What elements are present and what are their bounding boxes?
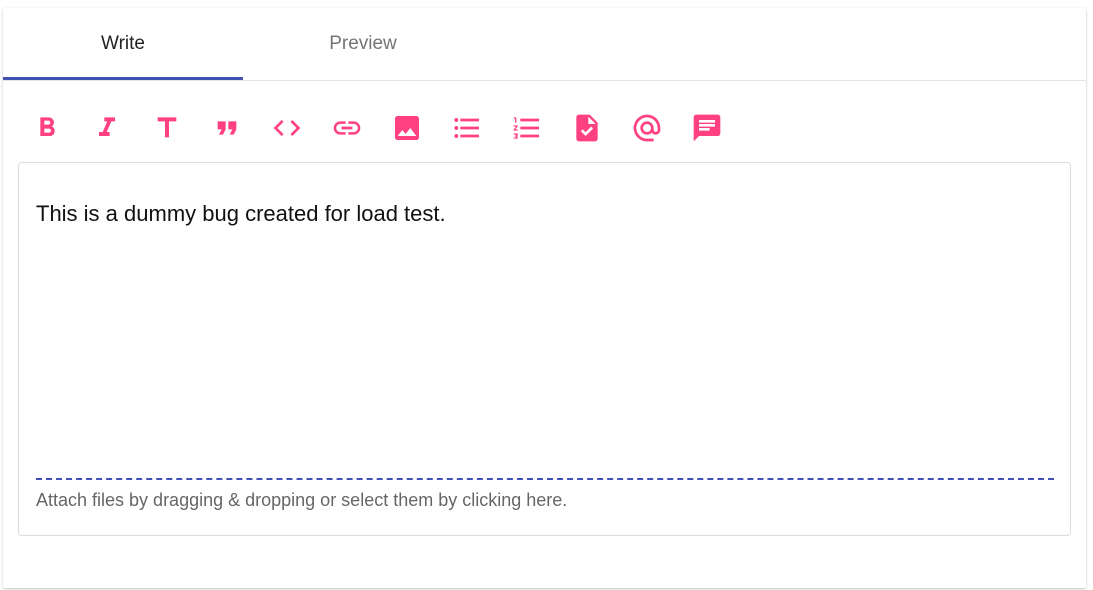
quote-icon xyxy=(217,121,237,135)
attach-divider xyxy=(36,478,1054,480)
editor-content[interactable]: This is a dummy bug created for load tes… xyxy=(36,201,446,227)
bold-button[interactable] xyxy=(27,108,67,148)
quote-button[interactable] xyxy=(207,108,247,148)
saved-reply-button[interactable] xyxy=(687,108,727,148)
image-button[interactable] xyxy=(387,108,427,148)
link-button[interactable] xyxy=(327,108,367,148)
active-tab-indicator xyxy=(3,77,243,80)
unordered-list-button[interactable] xyxy=(447,108,487,148)
link-icon xyxy=(333,121,361,135)
mention-button[interactable] xyxy=(627,108,667,148)
code-icon xyxy=(273,120,301,136)
bold-icon xyxy=(40,117,55,136)
ordered-list-button[interactable] xyxy=(507,108,547,148)
italic-button[interactable] xyxy=(87,108,127,148)
attach-files-link[interactable]: Attach files by dragging & dropping or s… xyxy=(36,490,567,511)
ordered-list-icon xyxy=(513,117,539,139)
markdown-editor-card: Write Preview This is a dummy bug create… xyxy=(3,8,1086,588)
markdown-textarea[interactable]: This is a dummy bug created for load tes… xyxy=(18,162,1071,536)
task-list-icon xyxy=(576,114,598,142)
editor-tabs: Write Preview xyxy=(3,8,1086,81)
tab-write[interactable]: Write xyxy=(3,8,243,80)
saved-reply-icon xyxy=(693,114,721,142)
code-button[interactable] xyxy=(267,108,307,148)
italic-icon xyxy=(99,117,115,136)
tab-preview[interactable]: Preview xyxy=(243,8,483,80)
header-icon xyxy=(157,117,177,138)
mention-icon xyxy=(633,114,661,142)
header-button[interactable] xyxy=(147,108,187,148)
unordered-list-icon xyxy=(454,118,479,138)
image-icon xyxy=(395,116,419,140)
task-list-button[interactable] xyxy=(567,108,607,148)
